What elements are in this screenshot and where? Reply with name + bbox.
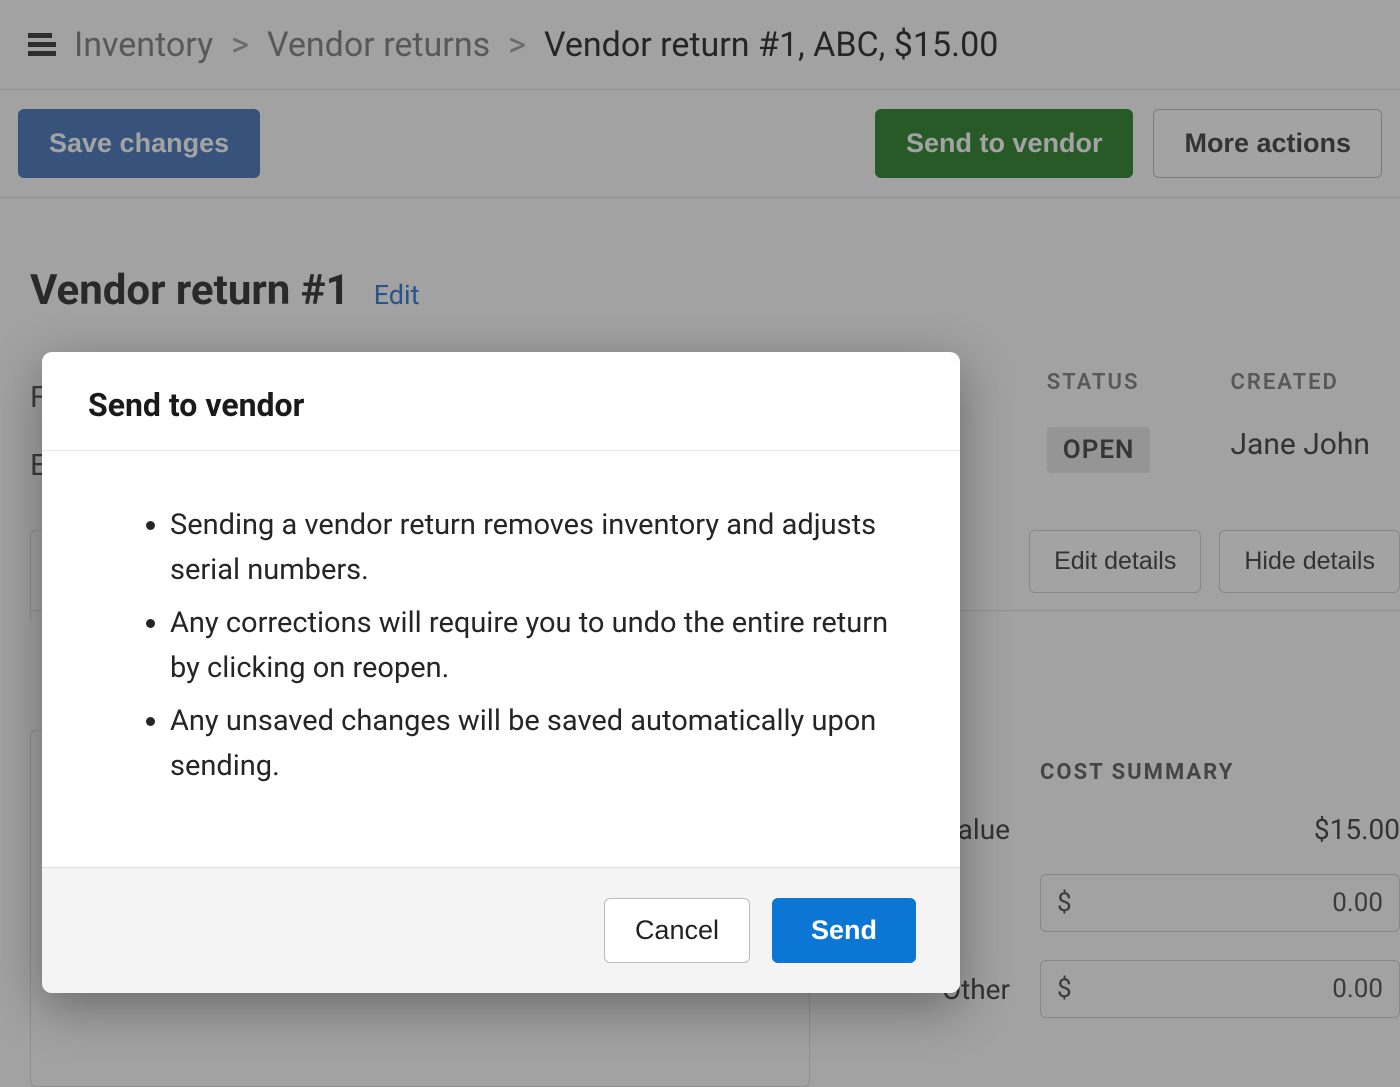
modal-body: Sending a vendor return removes inventor… bbox=[42, 451, 960, 867]
modal-bullet: Any corrections will require you to undo… bbox=[170, 601, 900, 691]
modal-overlay[interactable]: Send to vendor Sending a vendor return r… bbox=[0, 0, 1400, 1087]
page-root: Inventory > Vendor returns > Vendor retu… bbox=[0, 0, 1400, 1087]
modal-title: Send to vendor bbox=[88, 386, 914, 424]
send-button[interactable]: Send bbox=[772, 898, 916, 963]
modal-bullet: Sending a vendor return removes inventor… bbox=[170, 503, 900, 593]
cancel-button[interactable]: Cancel bbox=[604, 898, 750, 963]
send-to-vendor-modal: Send to vendor Sending a vendor return r… bbox=[42, 352, 960, 993]
modal-header: Send to vendor bbox=[42, 352, 960, 451]
modal-footer: Cancel Send bbox=[42, 867, 960, 993]
modal-bullet: Any unsaved changes will be saved automa… bbox=[170, 699, 900, 789]
